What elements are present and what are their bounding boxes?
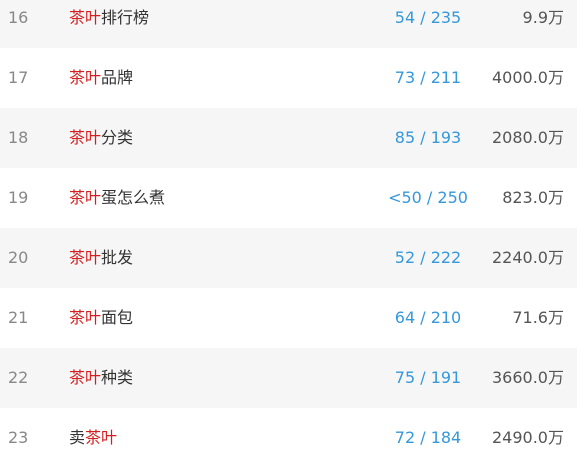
search-volume: 2080.0万 (492, 128, 564, 147)
rank-number: 21 (8, 308, 29, 327)
rank-number: 19 (8, 188, 29, 207)
keyword-part: 茶叶 (69, 368, 102, 387)
ratio-link[interactable]: 54 / 235 (370, 0, 486, 48)
keyword-link[interactable]: 卖茶叶 (69, 408, 117, 468)
table-row[interactable]: 19 茶叶蛋怎么煮 <50 / 250 823.0万 (0, 168, 577, 228)
keyword-link[interactable]: 茶叶蛋怎么煮 (69, 168, 165, 228)
rank-number: 23 (8, 428, 29, 447)
rank-number: 18 (8, 128, 29, 147)
ratio-link[interactable]: 85 / 193 (370, 108, 486, 168)
keyword-part: 批发 (101, 248, 134, 267)
keyword-part: 种类 (101, 368, 134, 387)
keyword-ranking-table: 16 茶叶排行榜 54 / 235 9.9万 17 茶叶品牌 73 / 211 … (0, 0, 577, 455)
rank-number: 17 (8, 68, 29, 87)
search-volume: 71.6万 (512, 308, 564, 327)
keyword-part: 茶叶 (69, 248, 102, 267)
keyword-part: 茶叶 (69, 8, 102, 27)
keyword-link[interactable]: 茶叶种类 (69, 348, 133, 408)
keyword-part: 排行榜 (101, 8, 150, 27)
keyword-link[interactable]: 茶叶排行榜 (69, 0, 149, 48)
keyword-part: 茶叶 (69, 188, 102, 207)
keyword-part: 卖 (69, 428, 86, 447)
keyword-part: 茶叶 (69, 308, 102, 327)
search-volume: 2490.0万 (492, 428, 564, 447)
keyword-link[interactable]: 茶叶分类 (69, 108, 133, 168)
search-volume: 4000.0万 (492, 68, 564, 87)
keyword-part: 分类 (101, 128, 134, 147)
keyword-part: 蛋怎么煮 (101, 188, 166, 207)
search-volume: 9.9万 (522, 8, 564, 27)
keyword-part: 面包 (101, 308, 134, 327)
table-row[interactable]: 22 茶叶种类 75 / 191 3660.0万 (0, 348, 577, 408)
ratio-link[interactable]: 52 / 222 (370, 228, 486, 288)
keyword-link[interactable]: 茶叶面包 (69, 288, 133, 348)
search-volume: 3660.0万 (492, 368, 564, 387)
table-row[interactable]: 20 茶叶批发 52 / 222 2240.0万 (0, 228, 577, 288)
table-row[interactable]: 23 卖茶叶 72 / 184 2490.0万 (0, 408, 577, 468)
search-volume: 823.0万 (502, 188, 564, 207)
ratio-link[interactable]: 72 / 184 (370, 408, 486, 468)
table-row[interactable]: 21 茶叶面包 64 / 210 71.6万 (0, 288, 577, 348)
table-row[interactable]: 18 茶叶分类 85 / 193 2080.0万 (0, 108, 577, 168)
ratio-link[interactable]: 64 / 210 (370, 288, 486, 348)
search-volume: 2240.0万 (492, 248, 564, 267)
table-row[interactable]: 17 茶叶品牌 73 / 211 4000.0万 (0, 48, 577, 108)
keyword-link[interactable]: 茶叶批发 (69, 228, 133, 288)
rank-number: 22 (8, 368, 29, 387)
keyword-link[interactable]: 茶叶品牌 (69, 48, 133, 108)
ratio-link[interactable]: 73 / 211 (370, 48, 486, 108)
rank-number: 16 (8, 8, 29, 27)
rank-number: 20 (8, 248, 29, 267)
ratio-link[interactable]: 75 / 191 (370, 348, 486, 408)
ratio-link[interactable]: <50 / 250 (370, 168, 486, 228)
keyword-part: 品牌 (101, 68, 134, 87)
keyword-part: 茶叶 (69, 68, 102, 87)
keyword-part: 茶叶 (85, 428, 118, 447)
keyword-part: 茶叶 (69, 128, 102, 147)
table-row[interactable]: 16 茶叶排行榜 54 / 235 9.9万 (0, 0, 577, 48)
